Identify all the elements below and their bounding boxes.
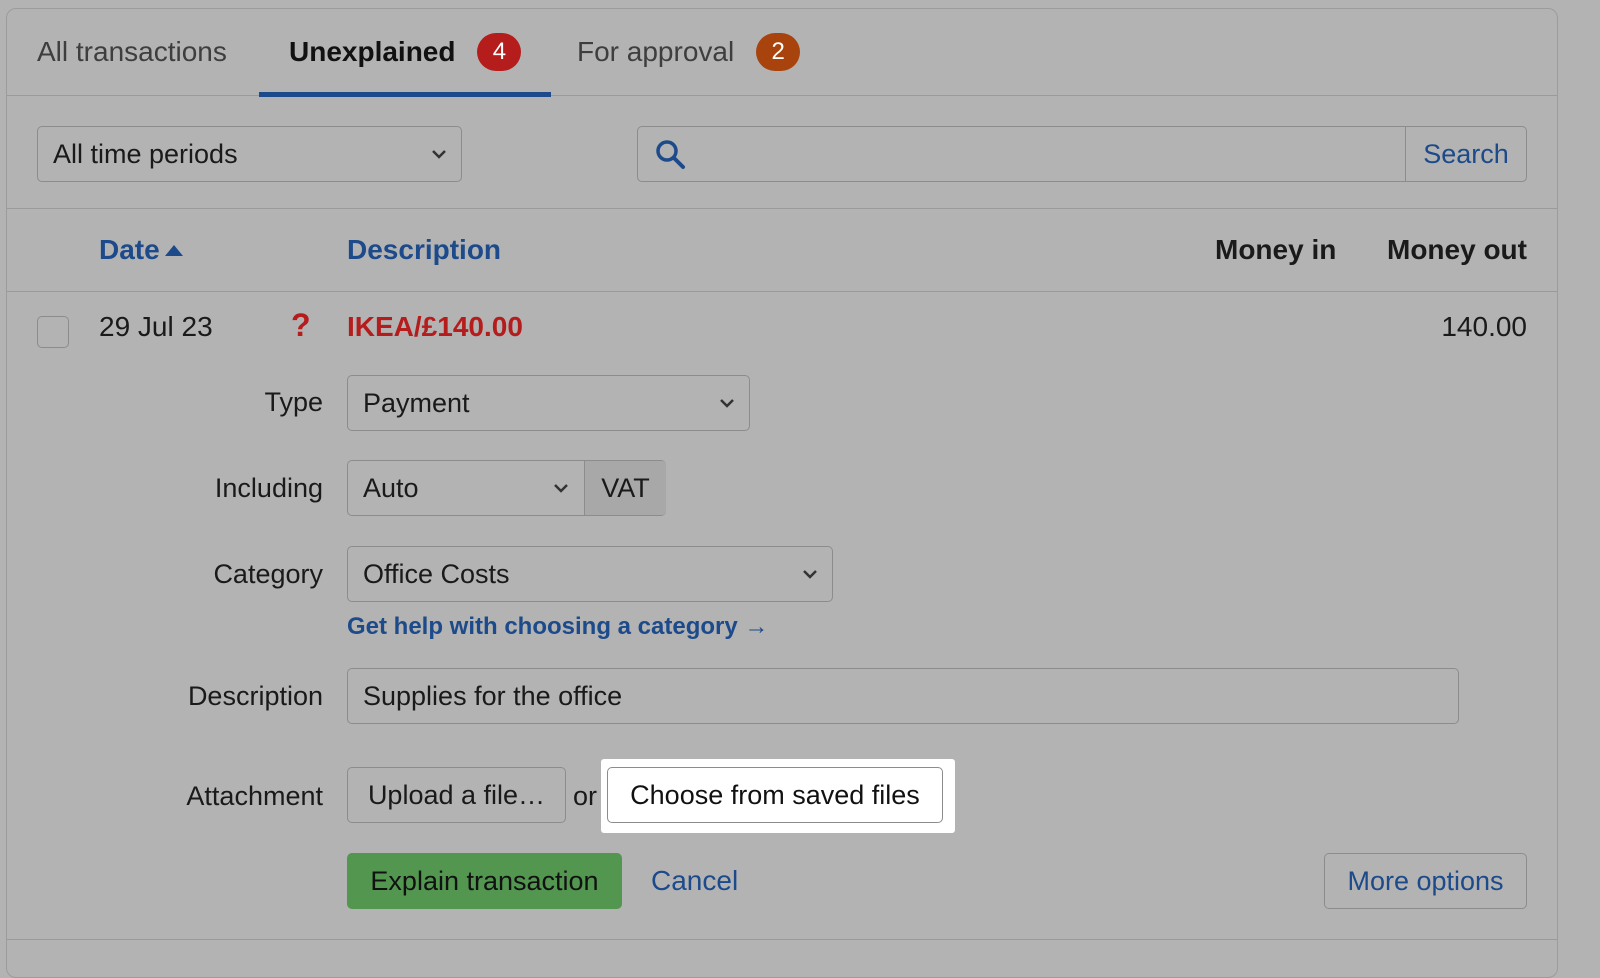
unexplained-count-badge: 4 [477,33,522,71]
more-options-button[interactable]: More options [1324,853,1527,909]
category-select[interactable]: Office Costs [347,546,833,602]
type-value: Payment [363,387,470,418]
type-label: Type [264,387,323,417]
search-bar: Search [637,126,1527,182]
vat-addon: VAT [584,461,666,515]
or-text: or [573,781,598,811]
tab-for-approval[interactable]: For approval 2 [577,9,801,95]
sort-ascending-icon [164,245,183,256]
row-divider [7,939,1557,940]
transaction-description[interactable]: IKEA/£140.00 [347,311,523,343]
category-value: Office Costs [363,558,510,589]
including-select[interactable]: Auto VAT [347,460,666,516]
tab-label: For approval [577,36,735,67]
transaction-date: 29 Jul 23 [99,311,213,342]
chevron-down-icon [720,399,734,408]
tab-unexplained[interactable]: Unexplained 4 [259,9,552,97]
tab-bar: All transactions Unexplained 4 For appro… [7,9,1557,97]
category-help-link[interactable]: Get help with choosing a category → [347,613,768,641]
approval-count-badge: 2 [756,33,801,71]
including-value: Auto [363,472,419,503]
chevron-down-icon [432,150,446,159]
transactions-panel: All transactions Unexplained 4 For appro… [6,8,1558,978]
cancel-link[interactable]: Cancel [651,853,738,909]
tab-label: Unexplained [289,36,456,67]
type-select[interactable]: Payment [347,375,750,431]
chevron-down-icon [803,570,817,579]
choose-saved-files-button[interactable]: Choose from saved files [607,767,943,823]
money-out-column-header: Money out [1387,234,1527,265]
tab-label: All transactions [37,36,227,67]
including-label: Including [214,473,323,503]
attachment-label: Attachment [186,781,323,811]
explain-transaction-button[interactable]: Explain transaction [347,853,622,909]
description-column-header[interactable]: Description [347,209,501,291]
tab-all-transactions[interactable]: All transactions [37,9,227,95]
money-in-column-header: Money in [1215,234,1337,265]
filter-bar: All time periods Search [7,96,1557,209]
unexplained-icon: ? [291,307,311,343]
transaction-money-out: 140.00 [1441,311,1527,342]
date-header-label: Date [99,234,160,265]
search-icon [656,140,685,169]
time-period-value: All time periods [53,138,238,169]
search-input[interactable] [698,127,1404,181]
time-period-select[interactable]: All time periods [37,126,462,182]
row-checkbox[interactable] [37,316,69,348]
description-input[interactable]: Supplies for the office [347,668,1459,724]
search-button[interactable]: Search [1405,127,1526,181]
upload-file-button[interactable]: Upload a file… [347,767,566,823]
category-label: Category [213,559,323,589]
chevron-down-icon [554,484,568,493]
table-header: Date Description Money in Money out [7,209,1557,292]
description-label: Description [187,681,323,711]
date-column-header[interactable]: Date [99,209,184,291]
